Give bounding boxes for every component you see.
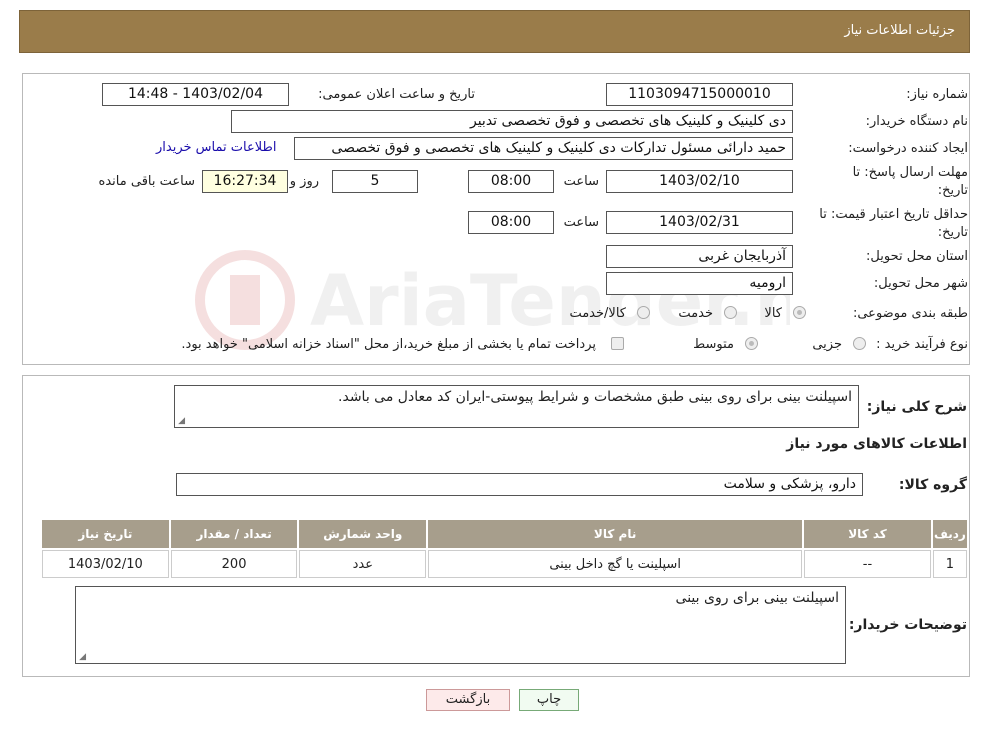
cell-name: اسپلینت یا گچ داخل بینی: [428, 550, 803, 578]
summary-text: اسپیلنت بینی برای روی بینی طبق مشخصات و …: [338, 389, 852, 405]
city-field: ارومیه: [606, 272, 793, 295]
buyer-label: نام دستگاه خریدار:: [865, 114, 968, 129]
col-unit: واحد شمارش: [299, 520, 427, 548]
process-option-medium: متوسط: [693, 337, 734, 352]
col-code: کد کالا: [804, 520, 931, 548]
validity-time-label: ساعت: [563, 215, 599, 230]
buyer-notes-text: اسپیلنت بینی برای روی بینی: [675, 590, 839, 606]
remaining-time-field: 16:27:34: [202, 170, 288, 193]
validity-label: حداقل تاریخ اعتبار قیمت: تا: [819, 207, 968, 222]
resize-grip-icon[interactable]: ◢: [78, 653, 86, 662]
col-row: ردیف: [932, 520, 967, 548]
category-radio-service[interactable]: [724, 306, 737, 319]
process-radio-medium[interactable]: [745, 337, 758, 350]
resize-grip-icon[interactable]: ◢: [177, 417, 185, 426]
print-button[interactable]: چاپ: [519, 689, 579, 711]
validity-date-field: 1403/02/31: [606, 211, 793, 234]
creator-label: ایجاد کننده درخواست:: [848, 141, 968, 156]
col-qty: تعداد / مقدار: [170, 520, 298, 548]
process-label: نوع فرآیند خرید :: [876, 337, 968, 352]
buyer-notes-label: توضیحات خریدار:: [848, 617, 967, 633]
province-label: استان محل تحویل:: [866, 249, 968, 264]
validity-label-date: تاریخ:: [937, 225, 968, 240]
category-option-goods: کالا: [764, 306, 782, 321]
deadline-time-field: 08:00: [468, 170, 554, 193]
cell-code: --: [804, 550, 931, 578]
need-number-field: 1103094715000010: [606, 83, 793, 106]
goods-table-header: ردیف کد کالا نام کالا واحد شمارش تعداد /…: [42, 520, 967, 548]
process-note: پرداخت تمام یا بخشی از مبلغ خرید،از محل …: [181, 337, 596, 352]
need-number-label: شماره نیاز:: [906, 87, 968, 102]
category-option-service: خدمت: [678, 306, 713, 321]
deadline-time-label: ساعت: [563, 174, 599, 189]
page-header: جزئیات اطلاعات نیاز: [19, 10, 970, 53]
city-label: شهر محل تحویل:: [873, 276, 968, 291]
buyer-notes-field: اسپیلنت بینی برای روی بینی ◢: [75, 586, 846, 664]
cell-qty: 200: [170, 550, 298, 578]
cell-unit: عدد: [299, 550, 427, 578]
goods-group-label: گروه کالا:: [898, 477, 967, 493]
category-radio-goods[interactable]: [793, 306, 806, 319]
goods-table: ردیف کد کالا نام کالا واحد شمارش تعداد /…: [40, 518, 969, 580]
treasury-checkbox[interactable]: [611, 337, 624, 350]
col-date: تاریخ نیاز: [42, 520, 169, 548]
process-radio-minor[interactable]: [853, 337, 866, 350]
back-button[interactable]: بازگشت: [426, 689, 510, 711]
creator-field: حمید دارائی مسئول تدارکات دی کلینیک و کل…: [294, 137, 793, 160]
buyer-field: دی کلینیک و کلینیک های تخصصی و فوق تخصصی…: [231, 110, 793, 133]
col-name: نام کالا: [428, 520, 803, 548]
deadline-label-date: تاریخ:: [937, 183, 968, 198]
category-label: طبقه بندی موضوعی:: [852, 306, 968, 321]
cell-date: 1403/02/10: [42, 550, 169, 578]
days-label: روز و: [289, 174, 319, 189]
announce-label: تاریخ و ساعت اعلان عمومی:: [318, 87, 475, 102]
cell-row: 1: [932, 550, 967, 578]
goods-info-title: اطلاعات کالاهای مورد نیاز: [786, 436, 967, 452]
remaining-label: ساعت باقی مانده: [98, 174, 195, 189]
deadline-label: مهلت ارسال پاسخ: تا: [852, 165, 968, 180]
summary-label: شرح کلی نیاز:: [866, 399, 967, 415]
summary-field: اسپیلنت بینی برای روی بینی طبق مشخصات و …: [174, 385, 859, 428]
process-option-minor: جزیی: [812, 337, 842, 352]
announce-field: 1403/02/04 - 14:48: [102, 83, 289, 106]
deadline-date-field: 1403/02/10: [606, 170, 793, 193]
goods-group-field: دارو، پزشکی و سلامت: [176, 473, 863, 496]
page-title: جزئیات اطلاعات نیاز: [844, 23, 955, 38]
province-field: آذربایجان غربی: [606, 245, 793, 268]
category-radio-both[interactable]: [637, 306, 650, 319]
table-row: 1 -- اسپلینت یا گچ داخل بینی عدد 200 140…: [42, 550, 967, 578]
validity-time-field: 08:00: [468, 211, 554, 234]
buyer-contact-link[interactable]: اطلاعات تماس خریدار: [156, 140, 276, 155]
days-field: 5: [332, 170, 418, 193]
category-option-both: کالا/خدمت: [569, 306, 626, 321]
